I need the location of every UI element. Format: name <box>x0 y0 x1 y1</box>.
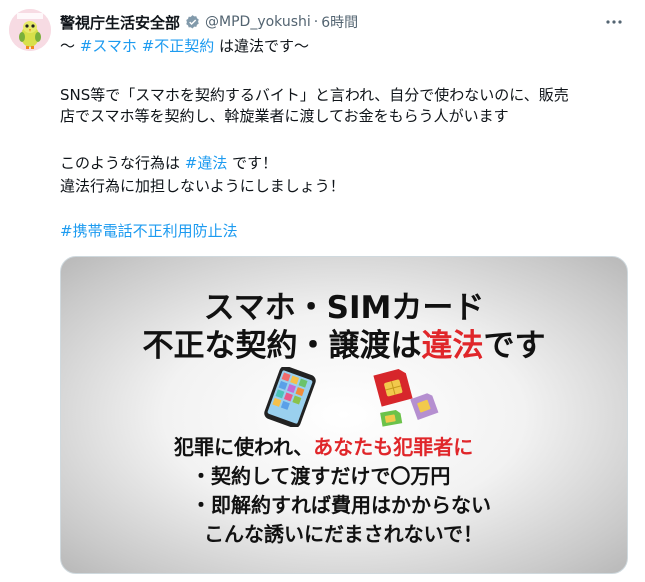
media-title-line-1: スマホ・SIMカード <box>203 290 485 326</box>
tweet-card[interactable]: 警視庁生活安全部 @MPD_yokushi · 6時間 〜 #スマホ #不正契約… <box>0 0 645 582</box>
text-fragment: です <box>483 328 546 364</box>
tweet-text-line-2: SNS等で「スマホを契約するバイト」と言われ、自分で使わないのに、販売 <box>60 86 569 104</box>
media-bullet-1: ・契約して渡すだけで〇万円 <box>191 464 451 488</box>
tweet-timestamp[interactable]: 6時間 <box>321 12 358 32</box>
tweet-text-line-4: このような行為は #違法 です！ <box>60 153 277 173</box>
tweet-header: 警視庁生活安全部 @MPD_yokushi · 6時間 <box>60 11 625 33</box>
hashtag-fusei-keiyaku[interactable]: #不正契約 <box>142 37 215 55</box>
verified-badge-icon[interactable] <box>184 14 201 31</box>
text-fragment: です！ <box>227 154 278 172</box>
text-fragment: 犯罪に使われ、 <box>174 435 314 459</box>
smartphone-icon <box>264 367 316 427</box>
text-fragment: は違法です〜 <box>214 37 310 55</box>
hashtag-keitai-law[interactable]: #携帯電話不正利用防止法 <box>60 221 238 241</box>
hashtag-sumaho[interactable]: #スマホ <box>80 37 137 55</box>
media-bullet-2: ・即解約すれば費用はかからない <box>191 493 491 517</box>
author-handle[interactable]: @MPD_yokushi <box>205 14 311 30</box>
author-display-name[interactable]: 警視庁生活安全部 <box>60 12 180 33</box>
separator-dot: · <box>313 14 319 30</box>
media-closing-line: こんな誘いにだまされないで！ <box>204 522 483 546</box>
text-fragment: 不正な契約・譲渡は <box>142 328 422 364</box>
tweet-text-line-5: 違法行為に加担しないようにしましょう！ <box>60 177 345 195</box>
tweet-text-line-1: 〜 #スマホ #不正契約 は違法です〜 <box>60 36 309 56</box>
sim-card-icon <box>373 368 439 427</box>
avatar[interactable] <box>9 9 51 51</box>
text-fragment-red: あなたも犯罪者に <box>313 435 474 459</box>
hashtag-ihou[interactable]: #違法 <box>185 154 228 172</box>
media-title-line-2: 不正な契約・譲渡は違法です <box>61 327 627 365</box>
more-dots-icon[interactable] <box>603 11 625 33</box>
text-fragment: このような行為は <box>60 154 185 172</box>
tweet-media-image[interactable]: スマホ・SIMカード 不正な契約・譲渡は違法です 犯罪に使われ、あなたも犯罪者に… <box>60 256 628 574</box>
media-warning-line: 犯罪に使われ、あなたも犯罪者に <box>174 434 473 460</box>
text-fragment-red: 違法 <box>421 328 484 364</box>
tweet-text-line-3: 店でスマホ等を契約し、斡旋業者に渡してお金をもらう人がいます <box>60 107 509 125</box>
mascot-avatar-icon <box>9 9 51 51</box>
text-fragment: 〜 <box>60 37 80 55</box>
